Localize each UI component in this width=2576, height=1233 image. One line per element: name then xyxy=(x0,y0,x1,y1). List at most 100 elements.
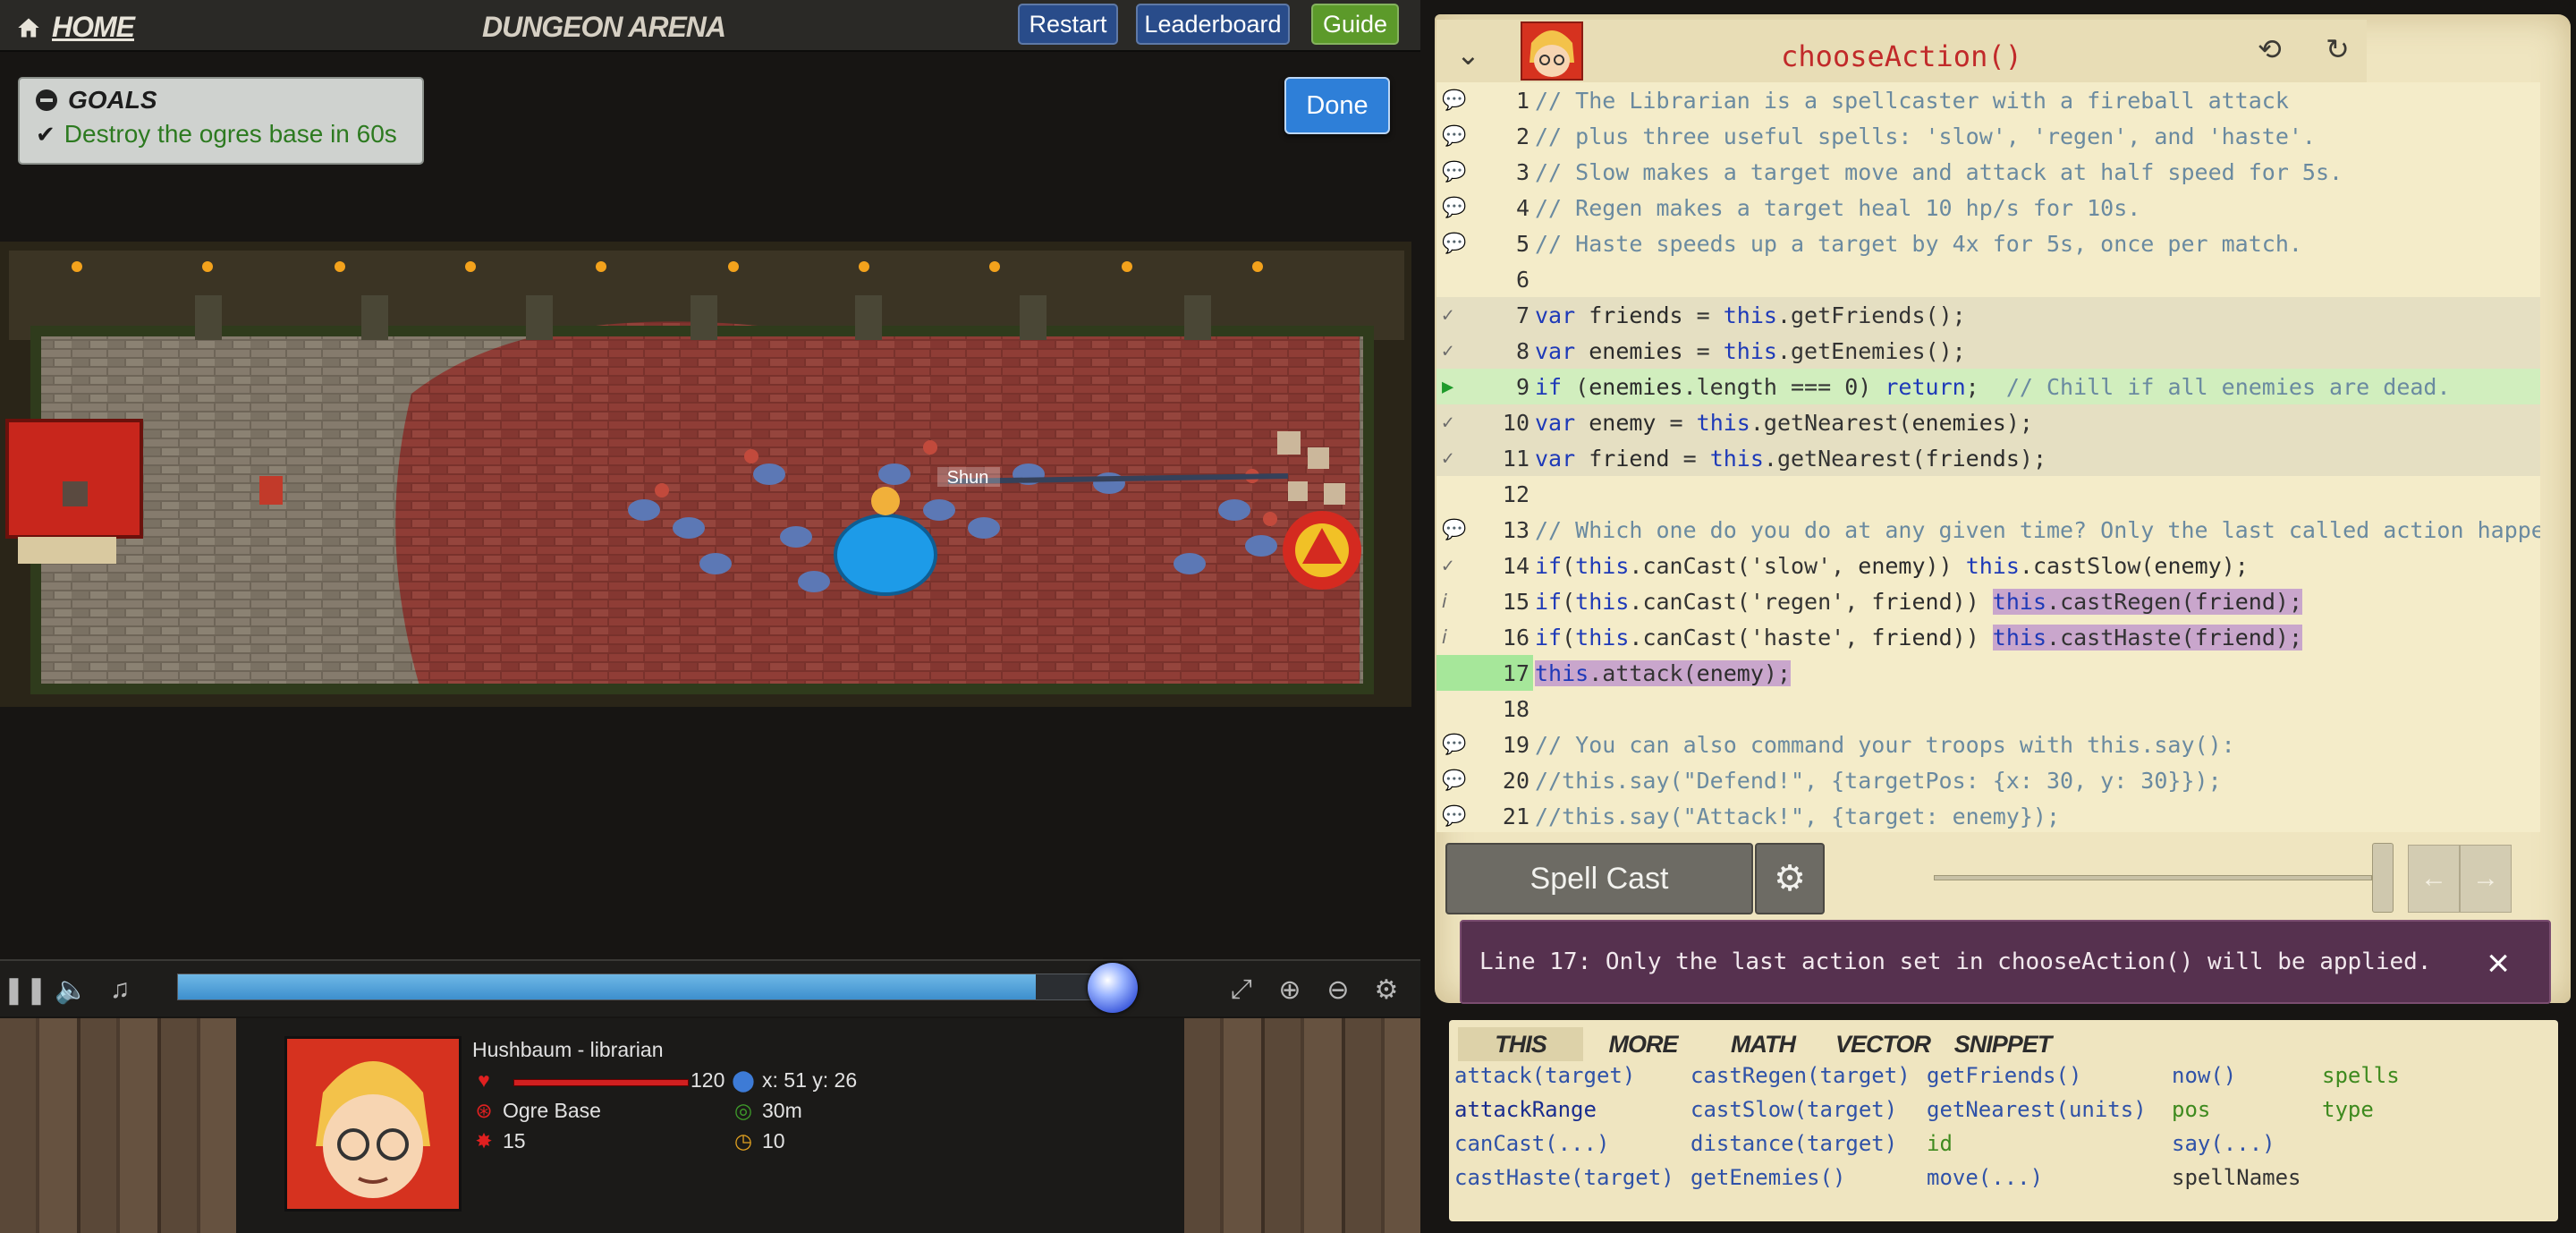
comment-icon[interactable]: 💬 xyxy=(1442,734,1466,756)
restart-button[interactable]: Restart xyxy=(1018,4,1118,45)
code-history-handle[interactable] xyxy=(2372,843,2394,913)
code-line[interactable]: 𝑖 16 if(this.canCast('haste', friend)) thi… xyxy=(1436,619,2540,655)
tab-snippet[interactable]: SNIPPET xyxy=(1943,1027,2063,1061)
palette-entry[interactable]: castHaste(target) xyxy=(1454,1165,1674,1190)
code-line[interactable]: ✓ 11 var friend = this.getNearest(friends)… xyxy=(1436,440,2540,476)
palette-entry[interactable]: move(...) xyxy=(1927,1165,2043,1190)
chevron-down-icon[interactable]: ⌄ xyxy=(1456,38,1480,72)
home-icon xyxy=(18,18,39,37)
code-line[interactable]: 💬 19// You can also command your troops w… xyxy=(1436,727,2540,762)
home-link[interactable]: HOME xyxy=(16,11,135,44)
hud-wood-right xyxy=(1184,1018,1420,1233)
comment-icon[interactable]: 💬 xyxy=(1442,519,1466,541)
code-line[interactable]: ✓ 8 var enemies = this.getEnemies(); xyxy=(1436,333,2540,369)
code-line[interactable]: 💬 20//this.say("Defend!", {targetPos: {x:… xyxy=(1436,762,2540,798)
palette-entry[interactable]: spells xyxy=(2322,1063,2400,1088)
reload-code-icon[interactable]: ⟲ xyxy=(2258,32,2282,66)
palette-entry[interactable]: attackRange xyxy=(1454,1097,1597,1122)
volume-icon[interactable]: 🔈 xyxy=(55,974,88,1006)
code-line[interactable]: ✓ 10 var enemy = this.getNearest(enemies); xyxy=(1436,404,2540,440)
palette-entry[interactable]: spellNames xyxy=(2172,1165,2301,1190)
line-gutter: 18 xyxy=(1436,691,1533,727)
comment-icon[interactable]: 💬 xyxy=(1442,125,1466,148)
code-line[interactable]: 💬 21//this.say("Attack!", {target: enemy}… xyxy=(1436,798,2540,832)
code-line[interactable]: 𝑖 15 if(this.canCast('regen', friend)) thi… xyxy=(1436,583,2540,619)
code-line[interactable]: 💬 1// The Librarian is a spellcaster with… xyxy=(1436,82,2540,118)
code-line[interactable]: 12 xyxy=(1436,476,2540,512)
step-forward-arrow-icon[interactable]: → xyxy=(2460,845,2512,913)
fullscreen-icon[interactable]: ⤢ xyxy=(1225,974,1258,1006)
refresh-icon[interactable]: ↻ xyxy=(2326,32,2350,66)
comment-icon[interactable]: 💬 xyxy=(1442,805,1466,828)
hud-wood-left xyxy=(0,1018,236,1233)
line-number: 5 xyxy=(1515,231,1530,257)
done-button[interactable]: Done xyxy=(1284,77,1390,134)
code-line[interactable]: 💬 3// Slow makes a target move and attack… xyxy=(1436,154,2540,190)
comment-icon[interactable]: 💬 xyxy=(1442,89,1466,112)
line-gutter: ✓ 8 xyxy=(1436,333,1533,369)
zoom-in-icon[interactable]: ⊕ xyxy=(1274,974,1306,1006)
health-value: 120 xyxy=(691,1068,725,1092)
target-stat: ⊛ Ogre Base xyxy=(472,1099,601,1123)
palette-entry[interactable]: getEnemies() xyxy=(1690,1165,1845,1190)
code-line[interactable]: ✓ 14 if(this.canCast('slow', enemy)) this.… xyxy=(1436,548,2540,583)
cast-settings-gear-icon[interactable]: ⚙ xyxy=(1755,843,1825,914)
palette-entry[interactable]: id xyxy=(1927,1131,1953,1156)
code-text: // You can also command your troops with… xyxy=(1535,731,2235,758)
code-history-slider[interactable] xyxy=(1934,875,2372,880)
code-line[interactable]: 💬 13// Which one do you do at any given t… xyxy=(1436,512,2540,548)
code-text: // Slow makes a target move and attack a… xyxy=(1535,158,2343,185)
checkmark-icon[interactable]: ✓ xyxy=(1442,340,1453,362)
leaderboard-button[interactable]: Leaderboard xyxy=(1136,4,1290,45)
play-icon[interactable]: ▶ xyxy=(1442,376,1453,398)
code-text: if(this.canCast('regen', friend)) this.c… xyxy=(1535,588,2303,615)
code-line[interactable]: ▶ 9 if (enemies.length === 0) return; // C… xyxy=(1436,369,2540,404)
palette-entry[interactable]: attack(target) xyxy=(1454,1063,1635,1088)
palette-entry[interactable]: castRegen(target) xyxy=(1690,1063,1911,1088)
code-line[interactable]: 💬 5// Haste speeds up a target by 4x for … xyxy=(1436,225,2540,261)
step-back-arrow-icon[interactable]: ← xyxy=(2408,845,2460,913)
palette-entry[interactable]: say(...) xyxy=(2172,1131,2275,1156)
palette-entry[interactable]: getNearest(units) xyxy=(1927,1097,2147,1122)
palette-entry[interactable]: canCast(...) xyxy=(1454,1131,1609,1156)
tab-this[interactable]: THIS xyxy=(1458,1027,1583,1061)
info-icon[interactable]: 𝑖 xyxy=(1442,626,1447,649)
info-icon[interactable]: 𝑖 xyxy=(1442,591,1447,613)
comment-icon[interactable]: 💬 xyxy=(1442,197,1466,219)
palette-entry[interactable]: castSlow(target) xyxy=(1690,1097,1897,1122)
pause-icon[interactable]: ❚❚ xyxy=(3,974,47,1006)
game-map[interactable]: Shun xyxy=(0,242,1411,707)
speed-stat: ◷ 10 xyxy=(732,1129,785,1153)
tab-more[interactable]: MORE xyxy=(1583,1027,1703,1061)
comment-icon[interactable]: 💬 xyxy=(1442,770,1466,792)
palette-entry[interactable]: type xyxy=(2322,1097,2374,1122)
settings-gear-icon[interactable]: ⚙ xyxy=(1370,974,1402,1006)
close-icon[interactable]: × xyxy=(2487,941,2510,986)
checkmark-icon[interactable]: ✓ xyxy=(1442,555,1453,577)
code-editor[interactable]: 💬 1// The Librarian is a spellcaster with… xyxy=(1436,82,2540,832)
checkmark-icon[interactable]: ✓ xyxy=(1442,447,1453,470)
zoom-out-icon[interactable]: ⊖ xyxy=(1322,974,1354,1006)
music-icon[interactable]: ♫ xyxy=(104,974,136,1006)
comment-icon[interactable]: 💬 xyxy=(1442,161,1466,183)
code-line[interactable]: 💬 2// plus three useful spells: 'slow', '… xyxy=(1436,118,2540,154)
code-line[interactable]: ✓ 7 var friends = this.getFriends(); xyxy=(1436,297,2540,333)
code-line[interactable]: 18 xyxy=(1436,691,2540,727)
checkmark-icon[interactable]: ✓ xyxy=(1442,304,1453,327)
collapse-goals-icon[interactable] xyxy=(36,89,57,111)
tab-math[interactable]: MATH xyxy=(1703,1027,1823,1061)
tab-vector[interactable]: VECTOR xyxy=(1823,1027,1943,1061)
code-line[interactable]: 17 this.attack(enemy); xyxy=(1436,655,2540,691)
guide-button[interactable]: Guide xyxy=(1311,4,1399,45)
palette-entry[interactable]: getFriends() xyxy=(1927,1063,2081,1088)
palette-entry[interactable]: pos xyxy=(2172,1097,2210,1122)
code-line[interactable]: 💬 4// Regen makes a target heal 10 hp/s f… xyxy=(1436,190,2540,225)
scrubber-handle[interactable] xyxy=(1088,963,1138,1013)
palette-entry[interactable]: now() xyxy=(2172,1063,2236,1088)
playback-scrubber[interactable] xyxy=(177,974,1116,1000)
checkmark-icon[interactable]: ✓ xyxy=(1442,412,1453,434)
code-line[interactable]: 6 xyxy=(1436,261,2540,297)
palette-entry[interactable]: distance(target) xyxy=(1690,1131,1897,1156)
comment-icon[interactable]: 💬 xyxy=(1442,233,1466,255)
spell-cast-button[interactable]: Spell Cast xyxy=(1445,843,1753,914)
